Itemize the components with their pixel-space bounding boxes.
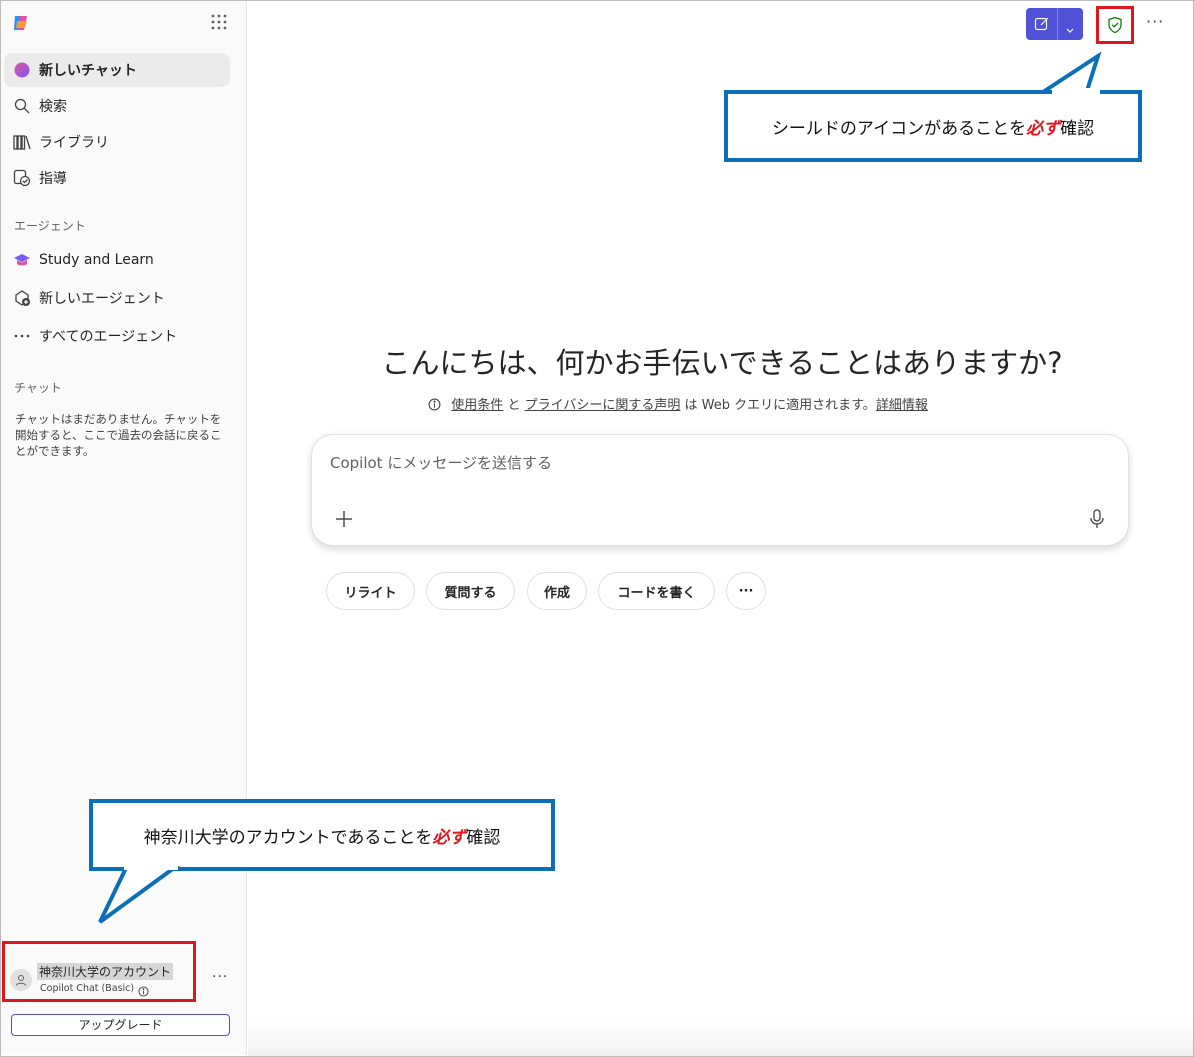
sidebar-item-all-agents[interactable]: すべてのエージェント xyxy=(4,319,230,353)
graduation-cap-icon xyxy=(13,251,31,269)
library-icon xyxy=(13,133,31,151)
callout-text: シールドのアイコンがあることを xyxy=(771,118,1027,139)
app-launcher-icon[interactable] xyxy=(210,13,228,31)
terms-middle-text: は Web クエリに適用されます。 xyxy=(684,398,876,413)
callout-emphasis: 必ず xyxy=(1026,118,1061,139)
callout-text: 確認 xyxy=(466,827,501,848)
sidebar-item-new-agent[interactable]: 新しいエージェント xyxy=(4,281,230,315)
new-agent-icon xyxy=(13,289,31,307)
terms-of-use-link[interactable]: 使用条件 xyxy=(451,398,503,413)
callout-emphasis: 必ず xyxy=(432,827,467,848)
agents-section-label: エージェント xyxy=(14,219,86,233)
account-more-button[interactable]: ··· xyxy=(212,969,228,985)
sidebar-item-new-chat[interactable]: 新しいチャット xyxy=(4,53,230,87)
copilot-logo[interactable] xyxy=(11,13,31,33)
terms-notice: 使用条件 と プライバシーに関する声明 は Web クエリに適用されます。詳細情… xyxy=(250,394,1106,415)
greeting-heading: こんにちは、何かお手伝いできることはありますか? xyxy=(381,346,1063,380)
new-chat-icon xyxy=(13,61,31,79)
sidebar-item-label: 新しいエージェント xyxy=(39,291,165,307)
bottom-gradient xyxy=(248,1015,1193,1056)
shield-callout: シールドのアイコンがあることを 必ず 確認 xyxy=(724,90,1142,162)
sidebar-item-label: 指導 xyxy=(39,171,67,187)
sidebar-item-label: ライブラリ xyxy=(39,135,109,151)
account-callout-pointer xyxy=(98,864,181,924)
message-composer xyxy=(311,434,1129,546)
message-input[interactable] xyxy=(330,451,1030,475)
sidebar-item-label: 新しいチャット xyxy=(39,63,137,79)
more-horizontal-icon xyxy=(13,327,31,345)
no-chats-message: チャットはまだありません。チャットを開始すると、ここで過去の会話に戻ることができ… xyxy=(15,412,222,458)
microphone-icon[interactable] xyxy=(1088,508,1106,530)
sidebar-item-library[interactable]: ライブラリ xyxy=(4,125,230,159)
sidebar-item-guidance[interactable]: 指導 xyxy=(4,161,230,195)
add-attachment-icon[interactable] xyxy=(334,509,354,529)
chip-rewrite[interactable]: リライト xyxy=(326,572,415,610)
info-icon xyxy=(428,398,441,415)
more-options-button[interactable]: ··· xyxy=(1146,12,1164,31)
account-highlight-box xyxy=(2,941,196,1002)
chip-write-code[interactable]: コードを書く xyxy=(598,572,715,610)
callout-text: 神奈川大学のアカウントであることを xyxy=(143,827,433,848)
privacy-statement-link[interactable]: プライバシーに関する声明 xyxy=(525,398,681,413)
guidance-icon xyxy=(13,169,31,187)
account-callout: 神奈川大学のアカウントであることを 必ず 確認 xyxy=(89,799,555,871)
new-chat-split-button[interactable] xyxy=(1026,8,1083,40)
terms-and: と xyxy=(507,398,521,413)
sidebar-item-label: 検索 xyxy=(39,99,67,115)
upgrade-button[interactable]: アップグレード xyxy=(11,1014,230,1036)
sidebar-item-search[interactable]: 検索 xyxy=(4,89,230,123)
chip-create[interactable]: 作成 xyxy=(527,572,587,610)
callout-text: 確認 xyxy=(1060,118,1095,139)
sidebar-item-label: すべてのエージェント xyxy=(39,329,178,345)
learn-more-link[interactable]: 詳細情報 xyxy=(876,398,928,413)
search-icon xyxy=(13,97,31,115)
chats-section-label: チャット xyxy=(14,381,62,395)
sidebar-item-label: Study and Learn xyxy=(39,252,154,268)
sidebar-item-study-and-learn[interactable]: Study and Learn xyxy=(4,243,230,277)
chevron-down-icon[interactable] xyxy=(1065,20,1075,39)
shield-highlight-box xyxy=(1096,6,1134,44)
chip-more[interactable]: ··· xyxy=(726,572,766,610)
chip-ask[interactable]: 質問する xyxy=(426,572,515,610)
compose-icon[interactable] xyxy=(1034,16,1050,36)
